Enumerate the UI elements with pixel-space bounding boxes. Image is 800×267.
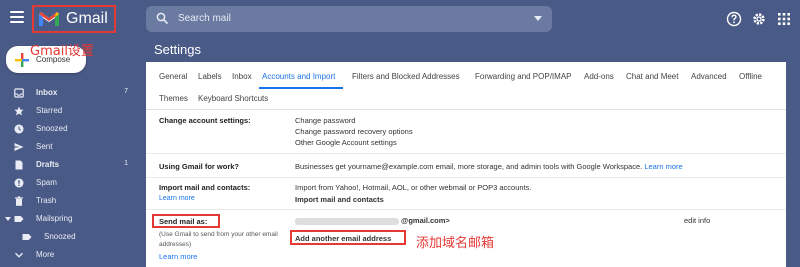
add-email-address-link[interactable]: Add another email address bbox=[295, 234, 391, 243]
star-icon bbox=[14, 106, 24, 116]
sidebar-item-count: 7 bbox=[124, 88, 128, 95]
annotation-add-domain: 添加域名邮箱 bbox=[416, 236, 495, 251]
section-label: Using Gmail for work? bbox=[159, 162, 240, 171]
tab-general[interactable]: General bbox=[159, 72, 187, 81]
search-options-icon[interactable] bbox=[534, 16, 542, 21]
section-label: Import mail and contacts: bbox=[159, 183, 251, 192]
section-label: Send mail as: bbox=[159, 217, 208, 226]
plus-icon bbox=[15, 53, 29, 67]
work-text: Businesses get yourname@example.com emai… bbox=[295, 162, 683, 171]
help-icon[interactable] bbox=[726, 11, 742, 27]
tab-keyboard-shortcuts[interactable]: Keyboard Shortcuts bbox=[198, 94, 268, 103]
gear-icon[interactable] bbox=[751, 11, 767, 27]
tab-addons[interactable]: Add-ons bbox=[584, 72, 614, 81]
sidebar-item-trash[interactable]: Trash bbox=[0, 192, 140, 210]
gmail-logo-icon[interactable] bbox=[38, 11, 60, 27]
chevron-down-icon bbox=[14, 252, 24, 258]
sidebar-nav: Inbox 7 Starred Snoozed Sent Drafts 1 Sp… bbox=[0, 84, 140, 264]
import-description: Import from Yahoo!, Hotmail, AOL, or oth… bbox=[295, 183, 532, 192]
settings-tabs: General Labels Inbox Accounts and Import… bbox=[146, 62, 786, 110]
sidebar-item-spam[interactable]: Spam bbox=[0, 174, 140, 192]
caret-down-icon[interactable] bbox=[5, 216, 11, 222]
main-menu-icon[interactable] bbox=[10, 11, 24, 23]
spam-icon bbox=[14, 178, 24, 188]
label-icon bbox=[22, 234, 32, 240]
section-change-account: Change account settings: Change password… bbox=[146, 110, 786, 154]
send-as-address: @gmail.com> bbox=[401, 216, 450, 225]
sidebar-item-label: Trash bbox=[36, 196, 57, 205]
tab-inbox[interactable]: Inbox bbox=[232, 72, 252, 81]
annotation-gmail-settings: Gmail设置 bbox=[30, 44, 94, 59]
send-as-description: (Use Gmail to send from your other email… bbox=[159, 231, 278, 248]
sidebar-item-label: Snoozed bbox=[36, 124, 68, 133]
active-tab-indicator bbox=[259, 87, 343, 89]
apps-grid-icon[interactable] bbox=[776, 11, 792, 27]
sidebar-item-sent[interactable]: Sent bbox=[0, 138, 140, 156]
trash-icon bbox=[15, 196, 23, 206]
sidebar-item-label: Spam bbox=[36, 178, 57, 187]
section-work: Using Gmail for work? Businesses get you… bbox=[146, 154, 786, 178]
tab-accounts-and-import[interactable]: Accounts and Import bbox=[262, 72, 335, 81]
app-name[interactable]: Gmail bbox=[66, 10, 108, 28]
clock-icon bbox=[14, 124, 24, 134]
tab-forwarding[interactable]: Forwarding and POP/IMAP bbox=[475, 72, 571, 81]
tab-offline[interactable]: Offline bbox=[739, 72, 762, 81]
sidebar-item-more[interactable]: More bbox=[0, 246, 140, 264]
sidebar-item-mailspring[interactable]: Mailspring bbox=[0, 210, 140, 228]
sidebar-item-snoozed[interactable]: Snoozed bbox=[0, 120, 140, 138]
draft-icon bbox=[15, 160, 23, 170]
sidebar-item-label: Starred bbox=[36, 106, 63, 115]
sidebar-item-label: More bbox=[36, 250, 55, 259]
sidebar-item-label: Drafts bbox=[36, 160, 60, 169]
work-description: Businesses get yourname@example.com emai… bbox=[295, 162, 643, 171]
page-title: Settings bbox=[154, 42, 201, 57]
sidebar-item-starred[interactable]: Starred bbox=[0, 102, 140, 120]
top-bar: Gmail Search mail bbox=[0, 0, 800, 38]
inbox-icon bbox=[14, 88, 24, 98]
sidebar-item-mailspring-snoozed[interactable]: Snoozed bbox=[0, 228, 140, 246]
tab-filters[interactable]: Filters and Blocked Addresses bbox=[352, 72, 460, 81]
change-recovery-link[interactable]: Change password recovery options bbox=[295, 127, 413, 136]
label-icon bbox=[14, 216, 24, 222]
search-input[interactable]: Search mail bbox=[178, 13, 231, 24]
sidebar-item-inbox[interactable]: Inbox 7 bbox=[0, 84, 140, 102]
work-learn-more-link[interactable]: Learn more bbox=[644, 162, 682, 171]
sidebar-item-label: Sent bbox=[36, 142, 53, 151]
edit-info-link[interactable]: edit info bbox=[684, 216, 710, 225]
sidebar-item-count: 1 bbox=[124, 160, 128, 167]
section-label: Change account settings: bbox=[159, 116, 251, 125]
search-bar[interactable]: Search mail bbox=[146, 6, 552, 32]
tab-themes[interactable]: Themes bbox=[159, 94, 188, 103]
blurred-address bbox=[295, 218, 399, 225]
tab-advanced[interactable]: Advanced bbox=[691, 72, 727, 81]
section-import: Import mail and contacts: Learn more Imp… bbox=[146, 178, 786, 210]
import-learn-more-link[interactable]: Learn more bbox=[159, 195, 195, 202]
tab-labels[interactable]: Labels bbox=[198, 72, 222, 81]
sidebar-item-label: Mailspring bbox=[36, 214, 73, 223]
sidebar-item-label: Snoozed bbox=[44, 232, 76, 241]
search-icon[interactable] bbox=[156, 12, 169, 25]
send-icon bbox=[14, 143, 24, 151]
send-as-learn-more-link[interactable]: Learn more bbox=[159, 252, 197, 261]
google-account-settings-link[interactable]: Other Google Account settings bbox=[295, 138, 397, 147]
tab-chat-and-meet[interactable]: Chat and Meet bbox=[626, 72, 678, 81]
sidebar-item-drafts[interactable]: Drafts 1 bbox=[0, 156, 140, 174]
change-password-link[interactable]: Change password bbox=[295, 116, 355, 125]
sidebar-item-label: Inbox bbox=[36, 88, 58, 97]
import-mail-link[interactable]: Import mail and contacts bbox=[295, 195, 384, 204]
